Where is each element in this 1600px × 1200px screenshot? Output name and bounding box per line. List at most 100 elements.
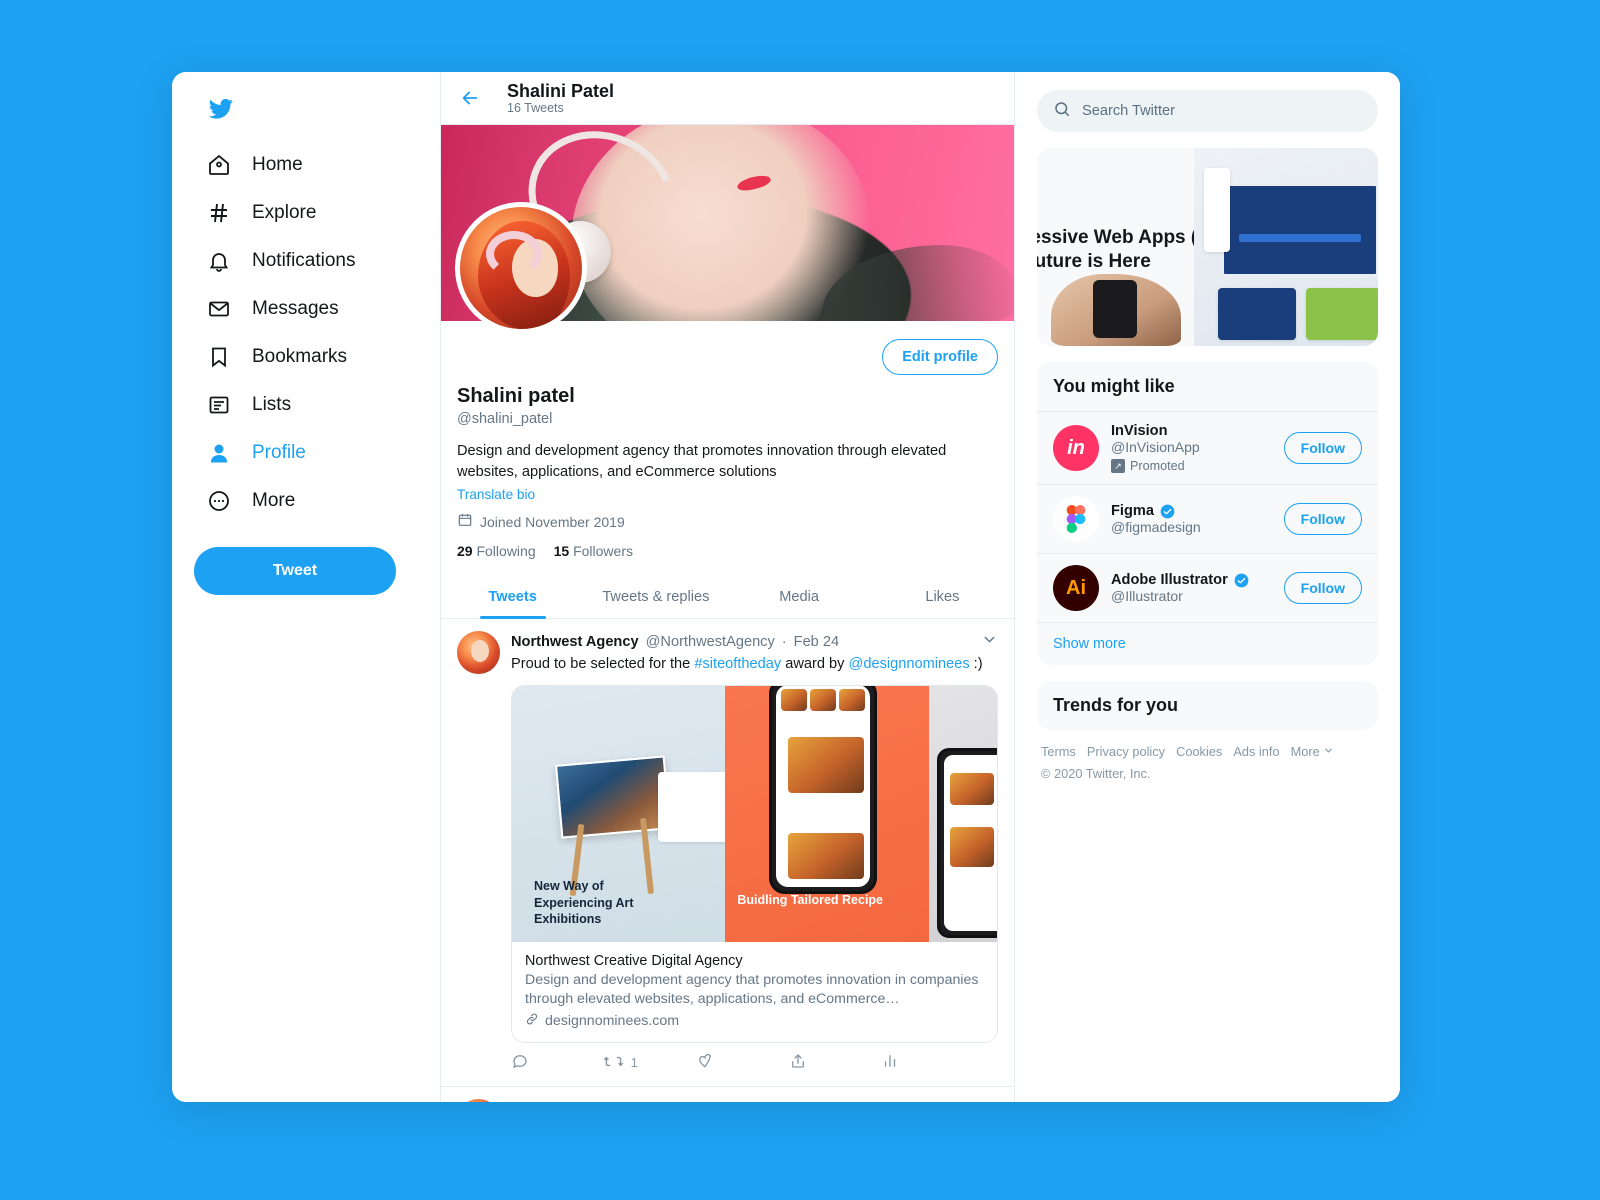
tweet-button[interactable]: Tweet <box>194 547 396 595</box>
sidebar-item-bookmarks[interactable]: Bookmarks <box>172 333 440 381</box>
retweet-button[interactable]: 1 <box>603 1052 697 1074</box>
caption-line-3: Exhibitions <box>534 912 602 927</box>
tweet-text: Proud to be selected for the #siteofthed… <box>511 654 998 674</box>
search-icon <box>1053 100 1071 123</box>
sidebar-item-home[interactable]: Home <box>172 141 440 189</box>
sidebar-item-profile[interactable]: Profile <box>172 429 440 477</box>
sidebar-item-lists[interactable]: Lists <box>172 381 440 429</box>
link-card-url[interactable]: designnominees.com <box>545 1013 679 1029</box>
hashtag-link[interactable]: #siteoftheday <box>694 656 781 672</box>
bookmark-icon <box>206 344 232 370</box>
copyright: © 2020 Twitter, Inc. <box>1041 766 1151 781</box>
easel-painting <box>554 755 672 839</box>
suggestion-item[interactable]: Figma @figmadesign Follow <box>1037 484 1378 553</box>
person-icon <box>206 440 232 466</box>
followers-stat[interactable]: 15 Followers <box>554 543 633 559</box>
mention-link[interactable]: @designnominees <box>849 656 970 672</box>
sidebar-item-explore[interactable]: Explore <box>172 189 440 237</box>
tweet-avatar[interactable] <box>457 1098 500 1102</box>
suggestion-name-text: Adobe Illustrator <box>1111 572 1228 588</box>
tablet-screen <box>944 754 997 931</box>
tweet-meta: Northwest Agency @NorthwestAgency · Feb … <box>511 631 998 652</box>
banner-headline-line-2: Future is Here <box>1037 250 1151 272</box>
suggestion-item[interactable]: in InVision @InVisionApp ↗ Promoted Foll… <box>1037 411 1378 484</box>
suggestion-name-text: Figma <box>1111 503 1154 519</box>
translate-bio-link[interactable]: Translate bio <box>457 487 998 502</box>
back-arrow-icon[interactable] <box>459 87 481 109</box>
follow-button[interactable]: Follow <box>1283 503 1362 535</box>
illustrator-avatar: Ai <box>1053 565 1099 611</box>
hashtag-icon <box>206 200 232 226</box>
tab-tweets-replies[interactable]: Tweets & replies <box>584 575 727 618</box>
tab-media[interactable]: Media <box>728 575 871 618</box>
tweet-text-part: :) <box>969 656 983 673</box>
banner-right-panel <box>1193 148 1378 346</box>
sidebar-item-more[interactable]: More <box>172 477 440 525</box>
footer-link-privacy[interactable]: Privacy policy <box>1087 744 1165 759</box>
phone-mockup <box>769 685 878 894</box>
tab-likes[interactable]: Likes <box>871 575 1014 618</box>
follow-button[interactable]: Follow <box>1283 432 1362 464</box>
show-more-link[interactable]: Show more <box>1037 622 1378 665</box>
sidebar-item-label: Lists <box>252 394 292 415</box>
follow-button[interactable]: Follow <box>1283 572 1362 604</box>
avatar[interactable] <box>455 202 587 334</box>
tweet-item[interactable]: Northwest Agency @NorthwestAgency · Feb … <box>441 1087 1014 1102</box>
search-bar[interactable] <box>1037 90 1378 132</box>
analytics-button[interactable] <box>881 1052 974 1074</box>
share-icon <box>789 1052 807 1073</box>
image-panel-tablet <box>929 685 997 942</box>
profile-stats: 29 Following 15 Followers <box>457 543 998 559</box>
tweet-separator: · <box>781 633 787 650</box>
sidebar-item-label: Profile <box>252 442 306 463</box>
banner-phone <box>1093 280 1137 338</box>
following-stat[interactable]: 29 Following <box>457 543 536 559</box>
phone-screen <box>776 685 871 887</box>
sidebar-item-messages[interactable]: Messages <box>172 285 440 333</box>
tweet-item[interactable]: Northwest Agency @NorthwestAgency · Feb … <box>441 619 1014 1087</box>
twitter-bird-icon[interactable] <box>172 88 440 141</box>
laptop-mockup <box>1219 182 1378 278</box>
tab-tweets[interactable]: Tweets <box>441 575 584 618</box>
footer-links: Terms Privacy policy Cookies Ads info Mo… <box>1041 744 1374 759</box>
footer-link-cookies[interactable]: Cookies <box>1176 744 1222 759</box>
edit-profile-button[interactable]: Edit profile <box>882 339 998 375</box>
suggestion-handle: @Illustrator <box>1111 588 1183 604</box>
sidebar-item-notifications[interactable]: Notifications <box>172 237 440 285</box>
trends-panel: Trends for you <box>1037 681 1378 730</box>
chevron-down-icon[interactable] <box>981 631 998 652</box>
like-button[interactable] <box>696 1052 789 1074</box>
footer-link-more[interactable]: More <box>1291 744 1335 759</box>
ui-mockup <box>1217 288 1296 340</box>
tweet-author[interactable]: Northwest Agency <box>511 634 639 650</box>
search-input[interactable] <box>1082 103 1362 119</box>
tweet-body: Northwest Agency @NorthwestAgency · Feb … <box>511 631 998 1085</box>
following-count: 29 <box>457 543 473 560</box>
reply-button[interactable] <box>511 1052 604 1074</box>
link-card-url-row: designnominees.com <box>525 1012 984 1030</box>
link-card-title: Northwest Creative Digital Agency <box>525 952 743 969</box>
more-circle-icon <box>206 488 232 514</box>
footer: Terms Privacy policy Cookies Ads info Mo… <box>1037 730 1378 781</box>
chevron-down-icon[interactable] <box>981 1099 998 1102</box>
share-button[interactable] <box>789 1052 882 1074</box>
footer-link-terms[interactable]: Terms <box>1041 744 1076 759</box>
tweet-image[interactable]: New Way of Experiencing Art Exhibitions <box>512 685 997 942</box>
verified-badge-icon <box>1160 504 1175 519</box>
tweet-avatar[interactable] <box>457 631 500 675</box>
image-panel-recipe: Buidling Tailored Recipe <box>725 685 930 942</box>
analytics-icon <box>881 1052 899 1073</box>
sidebar-item-label: More <box>252 490 296 511</box>
suggestion-item[interactable]: Ai Adobe Illustrator @Illustrator Follow <box>1037 553 1378 622</box>
following-label: Following <box>476 543 536 560</box>
tweet-author[interactable]: Northwest Agency <box>511 1101 639 1102</box>
sidebar-item-label: Explore <box>252 202 317 223</box>
center-column: Shalini Patel 16 Tweets Edit profile Sha… <box>440 72 1015 1102</box>
invision-avatar: in <box>1053 425 1099 471</box>
promoted-banner[interactable]: ressive Web Apps ( Future is Here <box>1037 148 1378 346</box>
tweet-link-card[interactable]: New Way of Experiencing Art Exhibitions <box>511 684 998 1043</box>
banner-headline-line-1: ressive Web Apps ( <box>1037 227 1198 248</box>
joined-label: Joined November 2019 <box>480 513 625 530</box>
footer-link-ads-info[interactable]: Ads info <box>1233 744 1279 759</box>
sidebar-item-label: Home <box>252 154 303 175</box>
